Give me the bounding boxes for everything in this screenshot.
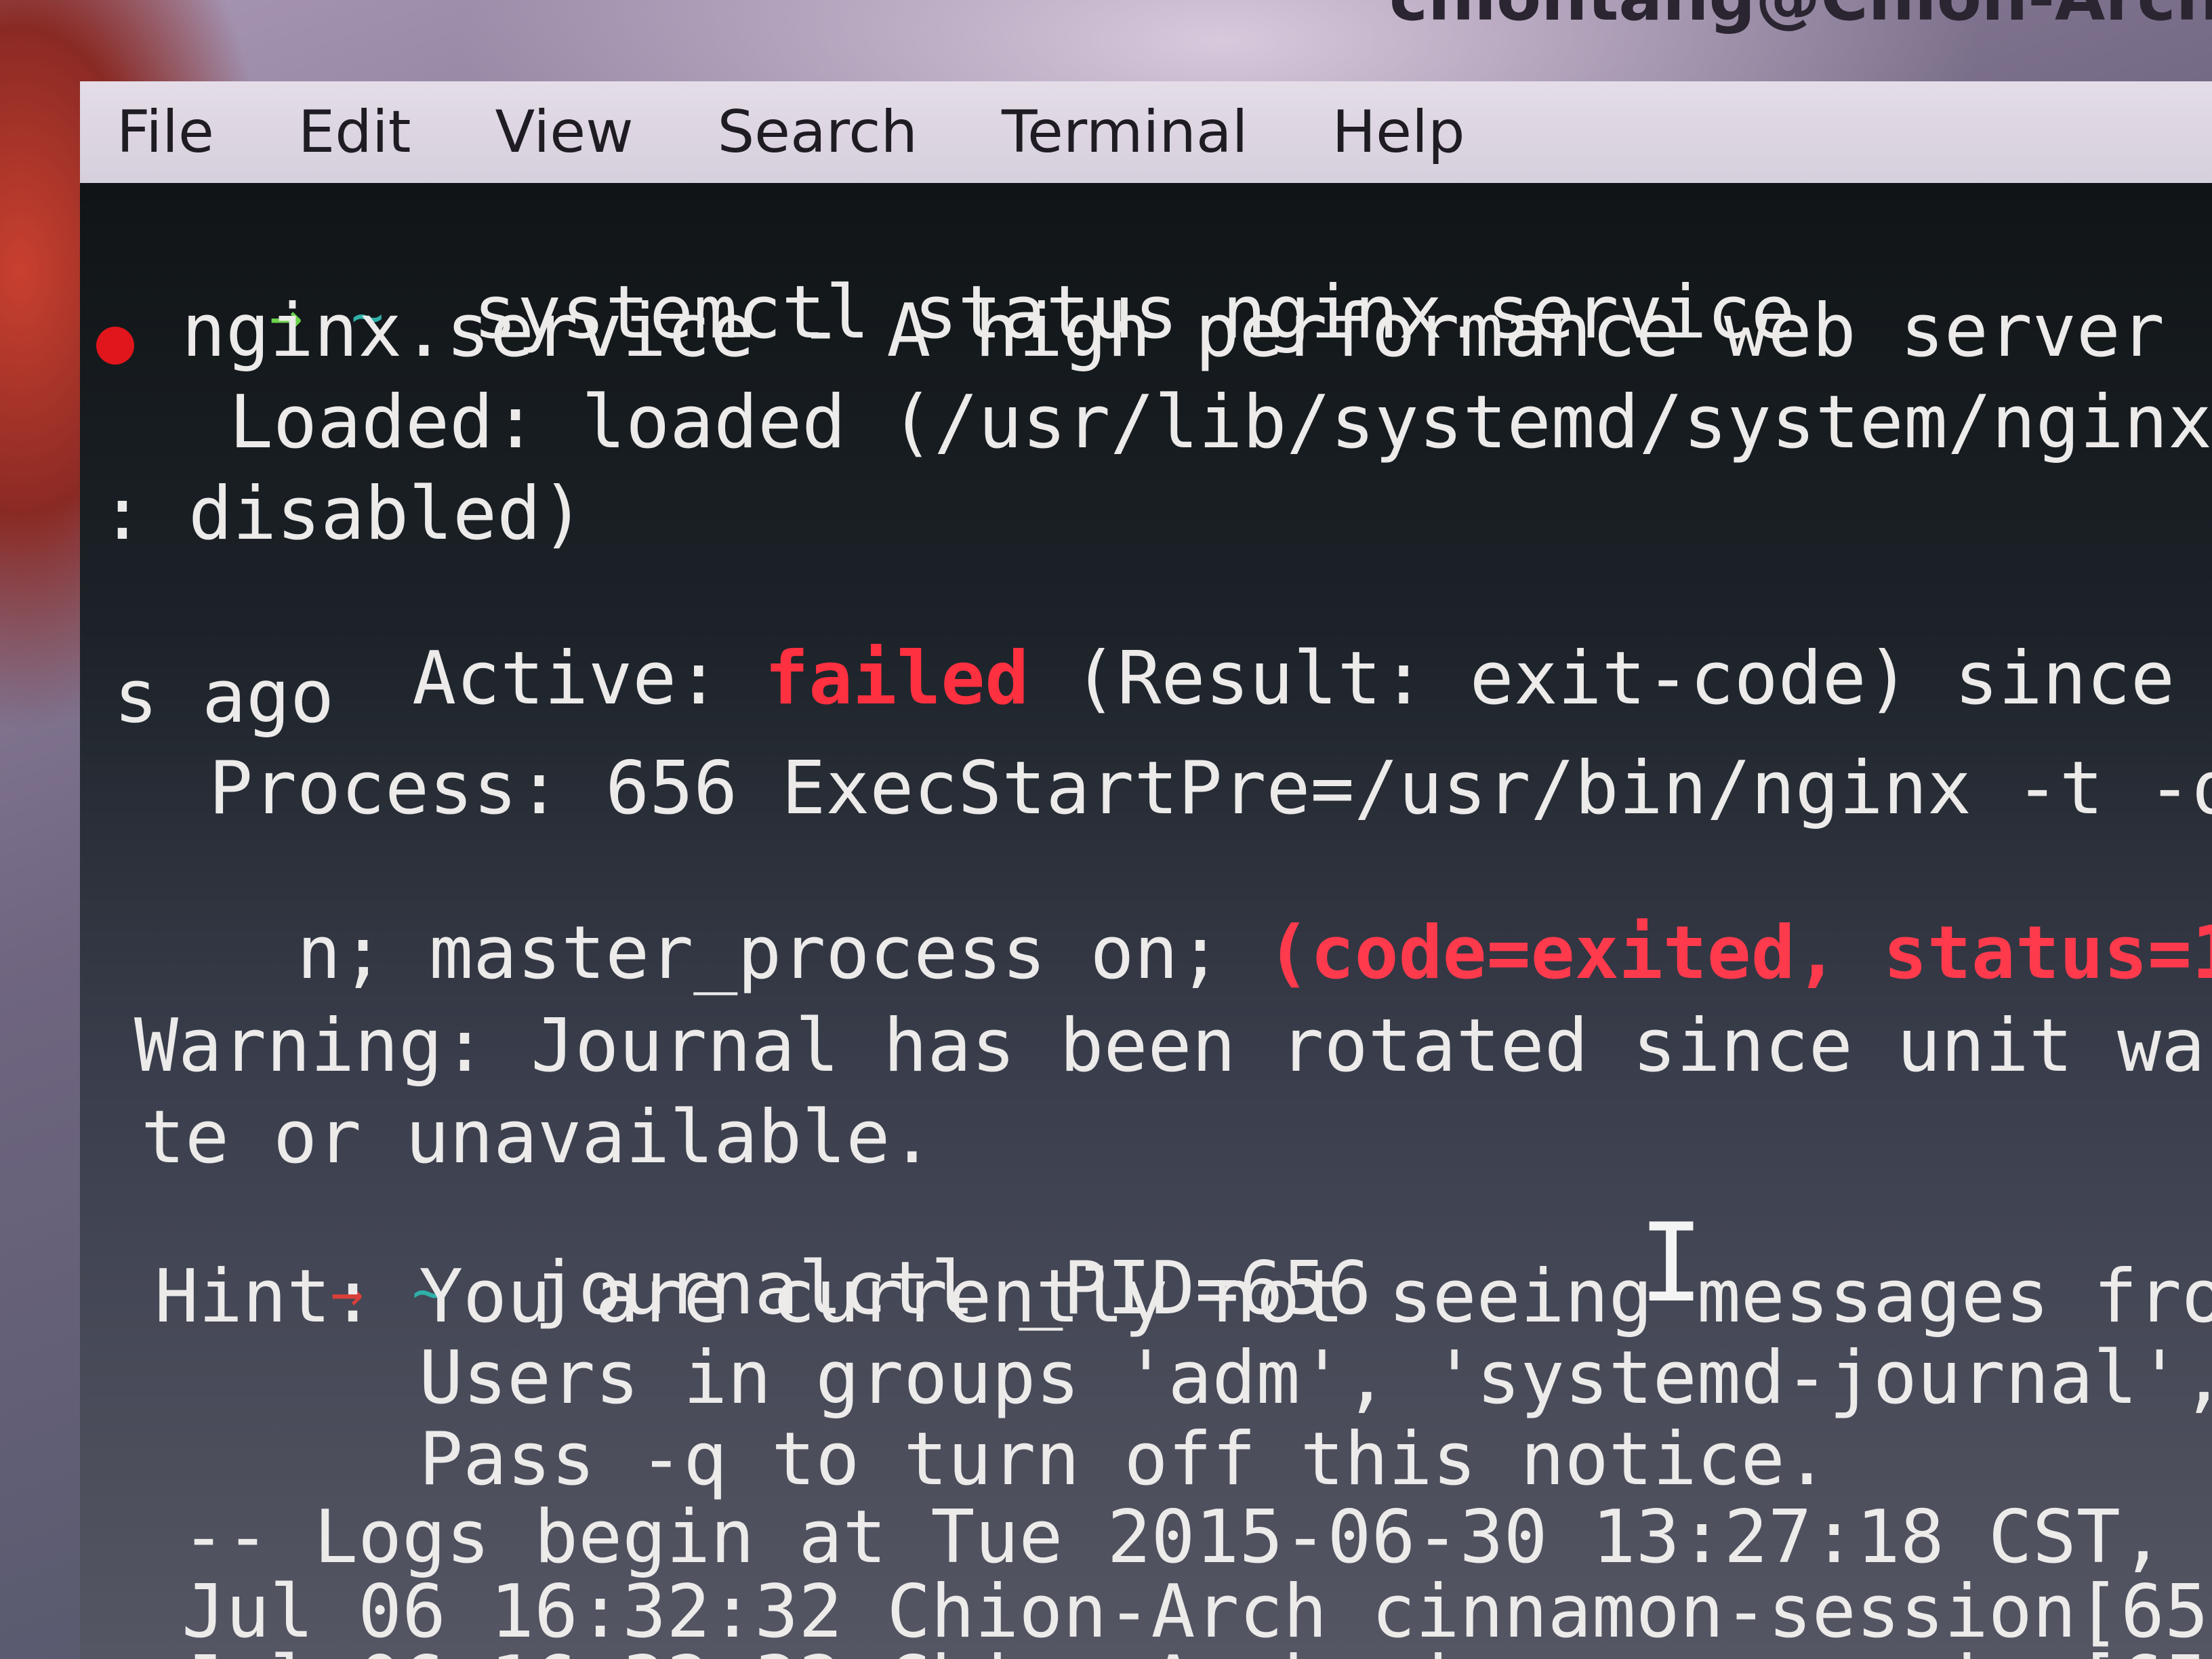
menu-view[interactable]: View (495, 98, 633, 166)
menu-terminal[interactable]: Terminal (1002, 98, 1248, 166)
journal-warning-line: Warning: Journal has been rotated since … (134, 1004, 2212, 1088)
hint-line: Hint: You are currently not seeing messa… (155, 1254, 2212, 1339)
active-label: Active: (412, 636, 765, 721)
failed-status-dot-icon (96, 327, 134, 365)
service-description-line: nginx.service - A high performance web s… (182, 289, 2212, 373)
terminal-output[interactable]: → ~ systemctl status nginx.service nginx.s… (80, 183, 2212, 1659)
terminal-menubar: File Edit View Search Terminal Help (80, 81, 2212, 183)
log-entry: Jul 06 16:32:32 Chion-Arch cinnamon-sess… (182, 1647, 2212, 1659)
loaded-continuation: : disabled) (100, 472, 586, 556)
text-cursor-icon: I (1639, 1200, 1704, 1326)
failed-status: failed (764, 636, 1029, 721)
process-line: Process: 656 ExecStartPre=/usr/bin/nginx… (209, 746, 2212, 831)
menu-search[interactable]: Search (718, 98, 918, 166)
log-entry: Jul 06 16:32:32 Chion-Arch cinnamon-sess… (182, 1570, 2212, 1654)
window-title: chiontang@Chion-Arch: (1389, 0, 2212, 41)
journal-warning-continuation: te or unavailable. (141, 1095, 935, 1180)
hint-line-3: Pass -q to turn off this notice. (155, 1417, 1829, 1502)
loaded-line: Loaded: loaded (/usr/lib/systemd/system/… (229, 380, 2212, 465)
menu-help[interactable]: Help (1332, 98, 1465, 166)
hint-line-2: Users in groups 'adm', 'systemd-journal'… (155, 1336, 2212, 1420)
logs-begin-line: -- Logs begin at Tue 2015-06-30 13:27:18… (182, 1495, 2212, 1580)
process-args: n; master_process on; (297, 911, 1267, 996)
menu-edit[interactable]: Edit (298, 98, 411, 166)
active-continuation: s ago (114, 655, 335, 739)
menu-file[interactable]: File (117, 98, 214, 166)
active-result: (Result: exit-code) since Mon 20 (1073, 636, 2175, 721)
exit-code-error: (code=exited, status=1/FAILU (1266, 911, 2212, 996)
